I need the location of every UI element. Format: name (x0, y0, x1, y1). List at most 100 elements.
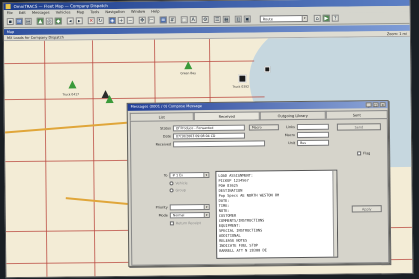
apply-button[interactable]: Apply (351, 205, 382, 213)
zoom-combo-value: Route (262, 17, 273, 22)
measure-icon[interactable]: ⊢ (147, 16, 155, 24)
vehicle-radio[interactable] (169, 181, 174, 186)
return-receipt-checkbox[interactable] (169, 221, 174, 226)
date-label: Date (162, 134, 172, 139)
received-label: Received (155, 142, 172, 147)
chevron-down-icon[interactable]: ▾ (203, 212, 209, 218)
menu-vehicles[interactable]: Vehicles (56, 10, 71, 14)
highway-line (65, 197, 130, 206)
calendar-icon[interactable]: ▦ (222, 15, 230, 23)
road-line (91, 40, 96, 279)
close-icon[interactable]: × (379, 102, 386, 108)
back-icon[interactable]: ◂ (66, 17, 74, 25)
send-button[interactable]: Send (336, 123, 381, 131)
group-label: Group (175, 188, 186, 193)
highway-line (5, 121, 130, 134)
menu-tools[interactable]: Tools (90, 10, 99, 14)
date-field: 07/10/2003 09:08:04 CD (172, 132, 246, 140)
vehicle-marker-icon[interactable] (184, 61, 193, 70)
macro-value-field (296, 131, 330, 139)
help-icon[interactable]: ? (331, 14, 339, 22)
received-field (173, 140, 266, 148)
settings-icon[interactable]: ⚙ (201, 15, 209, 24)
select-icon[interactable]: ⬚ (180, 16, 188, 24)
menu-map[interactable]: Map (77, 10, 85, 14)
marker-label: Green Bay (180, 71, 197, 76)
chevron-down-icon[interactable]: ▾ (301, 15, 307, 22)
dialog-body: Status Of Produce - Forwarded Date 07/10… (129, 118, 390, 266)
message-text-area[interactable]: LOAD ASSIGNMENT: PICKUP 1234567 PO# 8362… (215, 169, 339, 259)
road-line (43, 40, 48, 279)
pan-icon[interactable]: ✥ (138, 16, 146, 24)
vehicle-label: Vehicle (175, 181, 188, 186)
marker-label: Truck 0392 (232, 84, 250, 89)
route-icon[interactable]: ◈ (108, 16, 116, 25)
links-label: Links (286, 125, 295, 130)
print-icon[interactable]: ▤ (24, 17, 32, 25)
priority-label: Priority (155, 205, 168, 210)
return-receipt-label: Return Receipt (175, 221, 201, 226)
mode-select-value: Normal (172, 213, 185, 218)
links-field (296, 123, 329, 131)
macro-field: Macro (248, 124, 279, 131)
chart-icon[interactable]: ▥ (234, 15, 242, 23)
label-icon[interactable]: A (189, 16, 197, 24)
minimize-icon[interactable]: _ (365, 102, 372, 108)
to-label: To (163, 173, 168, 178)
mode-select[interactable]: Normal ▾ (169, 211, 210, 219)
zoom-in-icon[interactable]: + (117, 16, 125, 24)
maximize-icon[interactable]: □ (372, 102, 379, 108)
road-line (4, 60, 255, 65)
zoom-combo[interactable]: Route ▾ (259, 14, 308, 23)
menu-help[interactable]: Help (151, 10, 159, 14)
list-icon[interactable]: ☰ (213, 15, 221, 23)
chevron-down-icon[interactable]: ▾ (203, 172, 209, 178)
to-select[interactable]: # 1 Ex ▾ (169, 171, 210, 179)
grid-icon[interactable]: # (168, 16, 176, 24)
map-icon[interactable]: ◆ (54, 17, 62, 25)
vehicle-marker-icon[interactable] (68, 80, 77, 89)
menu-messages[interactable]: Messages (32, 11, 50, 15)
road-line (153, 39, 156, 110)
find-icon[interactable]: ◎ (45, 17, 53, 25)
home-icon[interactable]: ⌂ (313, 14, 321, 22)
dialog-title-bar: Messages (0001 / 0) Compose Message _ □ … (127, 101, 388, 111)
message-line: BARRELL ATT N 28300 DE (219, 248, 267, 253)
vehicle-icon[interactable]: ▲ (36, 17, 44, 25)
unit-field: Bus (297, 139, 330, 147)
truck-marker-icon[interactable] (238, 74, 247, 83)
group-radio[interactable] (169, 188, 174, 193)
vehicle-marker-icon[interactable] (105, 94, 114, 104)
messages-icon[interactable]: ✉ (15, 17, 23, 26)
unit-label: Unit (288, 141, 296, 146)
priority-select[interactable]: ▾ (169, 203, 210, 211)
chevron-down-icon[interactable]: ▾ (203, 204, 209, 210)
layers-icon[interactable]: ≡ (159, 16, 167, 24)
map-status-text: MX Loads for Company Dispatch (6, 35, 64, 41)
dialog-title: Messages (0001 / 0) Compose Message (130, 104, 202, 109)
zoom-out-icon[interactable]: − (126, 16, 134, 24)
status-label: Status (160, 126, 171, 131)
go-icon[interactable]: ▶ (322, 14, 330, 22)
report-icon[interactable]: ▣ (243, 15, 251, 23)
app-icon (5, 4, 11, 10)
flag-checkbox[interactable] (357, 151, 362, 156)
menu-edit[interactable]: Edit (19, 11, 26, 15)
menu-navigation[interactable]: Navigation (105, 10, 124, 14)
road-line (208, 38, 211, 109)
truck-marker-icon[interactable] (264, 66, 271, 73)
refresh-icon[interactable]: ↻ (96, 17, 104, 25)
forward-icon[interactable]: ▸ (75, 17, 83, 25)
road-line (5, 159, 136, 163)
marker-label: Truck 0417 (62, 92, 80, 97)
flag-label: Flag (363, 151, 371, 156)
stop-icon[interactable]: ✕ (87, 17, 95, 25)
menu-window[interactable]: Window (131, 10, 145, 14)
menu-file[interactable]: File (7, 11, 13, 15)
macro-label: Macro (284, 133, 295, 138)
new-icon[interactable]: ▪ (6, 18, 14, 26)
app-title: OmniTRACS — Fleet Map — Company Dispatch (13, 3, 108, 10)
mode-label: Mode (158, 213, 168, 218)
map-window-title: Map (6, 30, 15, 35)
message-scrollbar[interactable] (332, 170, 338, 257)
